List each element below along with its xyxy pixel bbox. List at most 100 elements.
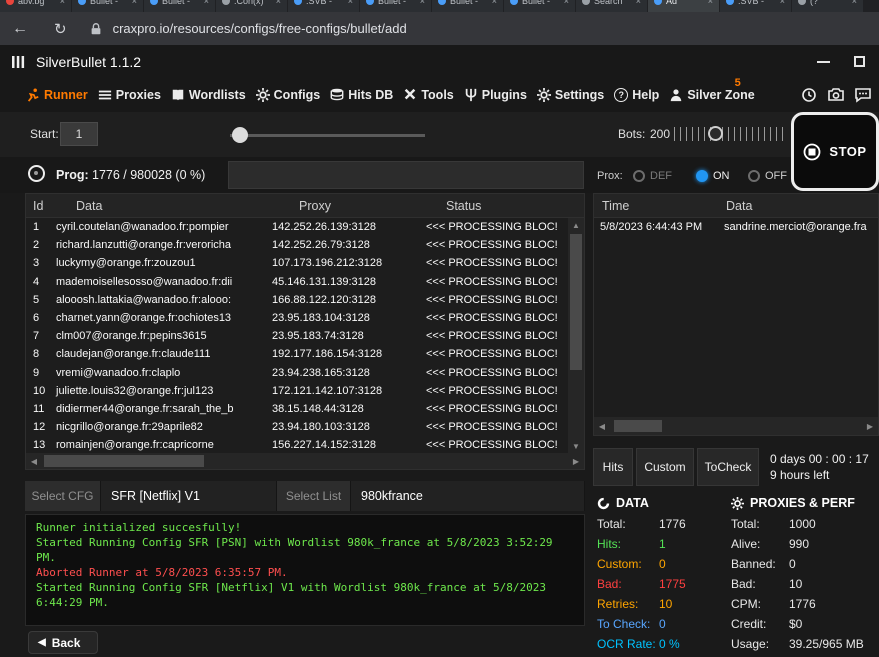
tab-close-icon[interactable]: × xyxy=(348,0,353,6)
table-row[interactable]: 2 richard.lanzutti@orange.fr:veroricha 1… xyxy=(26,236,568,254)
bots-slider-thumb[interactable] xyxy=(708,126,723,141)
tab-close-icon[interactable]: × xyxy=(636,0,641,6)
cell-data: charnet.yann@orange.fr:ochiotes13 xyxy=(54,312,272,324)
prox-option-on[interactable]: ON xyxy=(713,170,730,182)
bots-slider[interactable] xyxy=(674,127,786,141)
table-row[interactable]: 11 didiermer44@orange.fr:sarah_the_b 38.… xyxy=(26,400,568,418)
prox-option-off[interactable]: OFF xyxy=(765,170,787,182)
scroll-right-icon[interactable]: ▶ xyxy=(568,453,584,469)
stat-value: 990 xyxy=(789,537,809,551)
stat-row: To Check: 0 xyxy=(597,614,729,634)
nav-item-help[interactable]: ? Help xyxy=(614,88,659,102)
select-cfg-button[interactable]: Select CFG xyxy=(25,481,101,511)
start-input[interactable] xyxy=(60,122,98,146)
column-header-data[interactable]: Data xyxy=(54,199,272,213)
browser-tab[interactable]: Bullet - × xyxy=(432,0,503,12)
scroll-right-icon[interactable]: ▶ xyxy=(862,417,878,435)
results-horizontal-scrollbar[interactable]: ◀ ▶ xyxy=(26,453,584,469)
column-header-id[interactable]: Id xyxy=(26,199,54,213)
tab-close-icon[interactable]: × xyxy=(132,0,137,6)
vertical-scroll-thumb[interactable] xyxy=(570,234,582,370)
start-slider-thumb[interactable] xyxy=(232,127,248,143)
cell-id: 6 xyxy=(26,312,54,324)
address-bar[interactable]: craxpro.io/resources/configs/free-config… xyxy=(113,21,407,36)
hit-row[interactable]: 5/8/2023 6:44:43 PM sandrine.merciot@ora… xyxy=(594,218,878,236)
stop-button[interactable]: STOP xyxy=(791,112,879,191)
tab-close-icon[interactable]: × xyxy=(492,0,497,6)
browser-tab[interactable]: Bullet - × xyxy=(72,0,143,12)
tab-close-icon[interactable]: × xyxy=(276,0,281,6)
browser-tab[interactable]: Bullet - × xyxy=(144,0,215,12)
browser-tab[interactable]: Ad × xyxy=(648,0,719,12)
nav-item-hits-db[interactable]: Hits DB xyxy=(330,88,393,102)
nav-item-wordlists[interactable]: Wordlists xyxy=(171,88,246,102)
prox-radio-on[interactable] xyxy=(696,170,708,182)
hits-button[interactable]: Hits xyxy=(593,448,633,486)
tab-close-icon[interactable]: × xyxy=(60,0,65,6)
stat-value: 39.25/965 MB xyxy=(789,637,864,651)
tocheck-button[interactable]: ToCheck xyxy=(697,448,759,486)
browser-tab[interactable]: .SVB - × xyxy=(288,0,359,12)
nav-item-silver-zone[interactable]: Silver Zone 5 xyxy=(669,88,754,102)
table-row[interactable]: 6 charnet.yann@orange.fr:ochiotes13 23.9… xyxy=(26,309,568,327)
start-slider[interactable] xyxy=(230,134,425,137)
prox-option-def[interactable]: DEF xyxy=(650,170,672,182)
scroll-left-icon[interactable]: ◀ xyxy=(594,417,610,435)
table-row[interactable]: 13 romainjen@orange.fr:capricorne 156.22… xyxy=(26,436,568,453)
tab-close-icon[interactable]: × xyxy=(852,0,857,6)
browser-tab[interactable]: (? × xyxy=(792,0,863,12)
column-header-proxy[interactable]: Proxy xyxy=(272,199,424,213)
history-clock-icon[interactable] xyxy=(801,87,817,103)
prox-radio-def[interactable] xyxy=(633,170,645,182)
browser-tab[interactable]: .Coh(x) × xyxy=(216,0,287,12)
tab-favicon-icon xyxy=(582,0,590,5)
browser-tab[interactable]: Search × xyxy=(576,0,647,12)
browser-reload-icon[interactable]: ↻ xyxy=(54,20,67,38)
prox-radio-off[interactable] xyxy=(748,170,760,182)
back-button[interactable]: ◀ Back xyxy=(28,631,98,654)
camera-icon[interactable] xyxy=(828,87,844,103)
minimize-icon[interactable] xyxy=(817,61,830,63)
table-row[interactable]: 10 juliette.louis32@orange.fr:jul123 172… xyxy=(26,382,568,400)
tab-close-icon[interactable]: × xyxy=(420,0,425,6)
select-list-button[interactable]: Select List xyxy=(277,481,351,511)
browser-tab[interactable]: .SVB - × xyxy=(720,0,791,12)
table-row[interactable]: 12 nicgrillo@orange.fr:29aprile82 23.94.… xyxy=(26,418,568,436)
nav-item-plugins[interactable]: Plugins xyxy=(464,88,527,102)
nav-item-tools[interactable]: Tools xyxy=(403,88,453,102)
table-row[interactable]: 8 claudejan@orange.fr:claude111 192.177.… xyxy=(26,345,568,363)
table-row[interactable]: 3 luckymy@orange.fr:zouzou1 107.173.196.… xyxy=(26,254,568,272)
nav-item-configs[interactable]: Configs xyxy=(256,88,321,102)
browser-back-icon[interactable]: ← xyxy=(12,20,28,38)
custom-button[interactable]: Custom xyxy=(636,448,694,486)
tab-close-icon[interactable]: × xyxy=(564,0,569,6)
browser-tab-strip: abv.bg × Bullet - × Bullet - × .Coh(x) × xyxy=(0,0,879,12)
tab-close-icon[interactable]: × xyxy=(204,0,209,6)
column-header-time[interactable]: Time xyxy=(594,199,722,213)
scroll-up-icon[interactable]: ▲ xyxy=(568,218,584,232)
hits-horizontal-scrollbar[interactable]: ◀ ▶ xyxy=(594,417,878,435)
browser-tab[interactable]: Bullet - × xyxy=(360,0,431,12)
nav-label: Settings xyxy=(555,88,604,102)
chat-icon[interactable] xyxy=(855,87,871,103)
table-row[interactable]: 9 vremi@wanadoo.fr:claplo 23.94.238.165:… xyxy=(26,364,568,382)
tab-close-icon[interactable]: × xyxy=(708,0,713,6)
column-header-status[interactable]: Status xyxy=(424,199,584,213)
browser-tab[interactable]: abv.bg × xyxy=(0,0,71,12)
table-row[interactable]: 4 mademoisellesosso@wanadoo.fr:dii 45.14… xyxy=(26,273,568,291)
horizontal-scroll-thumb[interactable] xyxy=(44,455,204,467)
nav-item-runner[interactable]: Runner xyxy=(26,88,88,102)
table-row[interactable]: 5 alooosh.lattakia@wanadoo.fr:alooo: 166… xyxy=(26,291,568,309)
table-row[interactable]: 7 clm007@orange.fr:pepins3615 23.95.183.… xyxy=(26,327,568,345)
nav-item-proxies[interactable]: Proxies xyxy=(98,88,161,102)
results-vertical-scrollbar[interactable]: ▲ ▼ xyxy=(568,218,584,453)
tab-close-icon[interactable]: × xyxy=(780,0,785,6)
scroll-down-icon[interactable]: ▼ xyxy=(568,439,584,453)
browser-tab[interactable]: Bullet - × xyxy=(504,0,575,12)
horizontal-scroll-thumb[interactable] xyxy=(614,420,662,432)
scroll-left-icon[interactable]: ◀ xyxy=(26,453,42,469)
table-row[interactable]: 1 cyril.coutelan@wanadoo.fr:pompier 142.… xyxy=(26,218,568,236)
column-header-hit-data[interactable]: Data xyxy=(722,199,878,213)
nav-item-settings[interactable]: Settings xyxy=(537,88,604,102)
maximize-icon[interactable] xyxy=(854,56,865,67)
